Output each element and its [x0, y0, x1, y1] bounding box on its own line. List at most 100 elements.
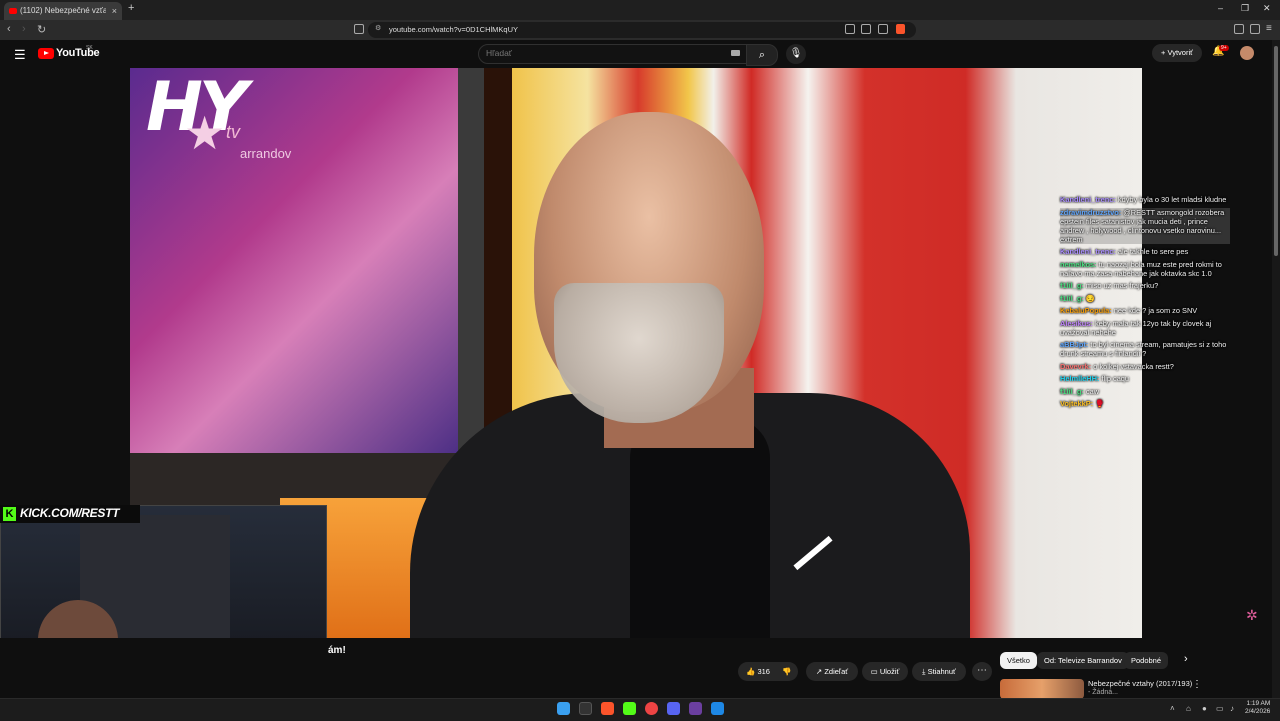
video-person-shirt — [630, 418, 770, 638]
reload-icon[interactable]: ↻ — [37, 23, 46, 36]
chat-username: zdravimdruzstvo: — [1060, 207, 1122, 217]
taskbar-clock[interactable]: 1:19 AM 2/4/2026 — [1245, 700, 1270, 716]
browser-tab-bar — [0, 0, 1280, 20]
save-icon: ▭ — [870, 667, 878, 676]
forward-arrow-icon[interactable]: › — [22, 23, 26, 35]
related-more-icon[interactable]: ⋮ — [1192, 679, 1202, 690]
chat-text: 🥊 — [1095, 399, 1105, 408]
chip-from-channel[interactable]: Od: Televize Barrandov — [1037, 652, 1129, 669]
chat-username: Davevrk: — [1060, 361, 1092, 371]
chat-message: Kandleni_trenc: ale takhle to sere pes — [1060, 247, 1230, 256]
chip-all[interactable]: Všetko — [1000, 652, 1037, 669]
chat-message: KebaluPopula: nee kde ? ja som zo SNV — [1060, 306, 1230, 315]
minimize-button[interactable]: – — [1218, 3, 1223, 13]
chat-message: f1lil_g: caw — [1060, 387, 1230, 396]
brave-app-icon[interactable] — [601, 702, 614, 715]
more-actions-button[interactable]: ⋯ — [972, 662, 992, 681]
chips-next-chevron-icon[interactable]: › — [1184, 653, 1188, 665]
chat-message: f1lil_g: miso uz mas frajerku? — [1060, 281, 1230, 290]
chat-message: Kandleni_trenc: kdyby byla o 30 let mlad… — [1060, 195, 1230, 204]
kick-logo-icon: K — [3, 507, 16, 521]
chat-username: f1lil_g: — [1060, 293, 1084, 303]
download-label: Stiahnuť — [927, 667, 956, 676]
like-count: 316 — [757, 667, 770, 676]
chat-username: Kandleni_trenc: — [1060, 195, 1116, 204]
search-icon: ⌕ — [758, 49, 766, 61]
voice-search-mic-icon[interactable]: 🎙 — [786, 44, 806, 64]
task-view-icon[interactable] — [579, 702, 592, 715]
tray-mic-icon[interactable]: ● — [1202, 704, 1207, 713]
chat-text: miso uz mas frajerku? — [1085, 281, 1159, 290]
create-label: Vytvoriť — [1167, 48, 1193, 57]
chat-username: aBBJpt: — [1060, 340, 1089, 349]
new-tab-button[interactable]: + — [128, 2, 134, 14]
chat-username: nemelkos: — [1060, 259, 1097, 269]
translate-icon[interactable] — [845, 24, 855, 34]
kick-app-icon[interactable] — [623, 702, 636, 715]
thumbs-up-icon[interactable]: 👍 — [746, 667, 755, 676]
url-text: youtube.com/watch?v=0D1CHlMKqUY — [389, 25, 519, 34]
steam-app-icon[interactable] — [711, 702, 724, 715]
back-arrow-icon[interactable]: ‹ — [7, 23, 11, 35]
chip-related[interactable]: Podobné — [1124, 652, 1169, 669]
scrollbar-thumb[interactable] — [1274, 46, 1278, 256]
chat-username: Kandleni_trenc: — [1060, 247, 1116, 256]
share-button[interactable]: ↗ Zdieľať — [806, 662, 858, 681]
save-button[interactable]: ▭ Uložiť — [862, 662, 908, 681]
like-dislike-button[interactable]: 👍 316 👎 — [738, 662, 798, 681]
chat-message: Davevrk: o kolkej vstavacka restt? — [1060, 362, 1230, 371]
tab-close-icon[interactable]: × — [112, 2, 117, 20]
discord-app-icon[interactable] — [667, 702, 680, 715]
account-avatar[interactable] — [1240, 46, 1254, 60]
browser-menu-icon[interactable]: ≡ — [1266, 23, 1272, 34]
search-button[interactable]: ⌕ — [746, 44, 778, 66]
hamburger-menu-icon[interactable]: ☰ — [14, 47, 26, 63]
start-windows-icon[interactable] — [557, 702, 570, 715]
chat-text: flip caqu — [1101, 374, 1130, 383]
tray-display-icon[interactable]: ▭ — [1216, 704, 1224, 713]
browser-tab[interactable]: (1102) Nebezpečné vzťahy (2 × — [4, 2, 122, 20]
keyboard-icon[interactable] — [731, 50, 740, 56]
chat-message: VojtekkP: 🥊 — [1060, 399, 1230, 408]
extensions-icon[interactable] — [1234, 24, 1244, 34]
chat-text: o kolkej vstavacka restt? — [1093, 361, 1174, 371]
site-info-icon[interactable]: ⚙ — [375, 24, 381, 32]
channel-name-text: arrandov — [240, 146, 292, 161]
kick-sparkle-icon: ✲ — [1246, 607, 1258, 623]
youtube-logo-icon[interactable] — [38, 48, 54, 59]
chat-text: 😏 — [1085, 293, 1096, 303]
youtube-favicon-icon — [9, 8, 17, 14]
stream-chat-overlay: Kandleni_trenc: kdyby byla o 30 let mlad… — [1060, 195, 1230, 412]
search-input[interactable] — [478, 44, 748, 64]
star-logo-icon: ★ — [184, 107, 226, 159]
tray-volume-icon[interactable]: ♪ — [1230, 704, 1234, 713]
create-button[interactable]: + Vytvoriť — [1152, 44, 1202, 62]
share-icon: ↗ — [815, 667, 823, 676]
media-icon[interactable] — [1250, 24, 1260, 34]
chat-message: aBBJpt: to byl cinema stream, pamatujes … — [1060, 340, 1230, 358]
chat-text: nee kde ? ja som zo SNV — [1113, 306, 1198, 315]
download-icon: ⤓ — [922, 667, 926, 676]
related-video-subtitle: - Žádná... — [1088, 689, 1118, 696]
maximize-button[interactable]: ❐ — [1241, 3, 1249, 14]
obs-app-icon[interactable] — [689, 702, 702, 715]
kick-url-text: KICK.COM/RESTT — [20, 506, 120, 520]
close-window-button[interactable]: ✕ — [1263, 3, 1271, 14]
brave-shield-icon[interactable] — [896, 24, 905, 34]
thumbs-down-icon[interactable]: 👎 — [782, 667, 791, 676]
chat-username: f1lil_g: — [1060, 386, 1084, 396]
download-button[interactable]: ⤓ Stiahnuť — [912, 662, 966, 681]
chrome-app-icon[interactable] — [645, 702, 658, 715]
cast-icon[interactable] — [861, 24, 871, 34]
region-code: SK — [86, 45, 93, 51]
chat-text: ale takhle to sere pes — [1117, 247, 1189, 256]
share-page-icon[interactable] — [878, 24, 888, 34]
bookmark-icon[interactable] — [354, 24, 364, 34]
share-label: Zdieľať — [824, 667, 849, 676]
windows-taskbar — [0, 698, 1280, 721]
related-video-title[interactable]: Nebezpečné vztahy (2017/193) — [1088, 679, 1192, 688]
tray-chevron-icon[interactable]: ˄ — [1170, 704, 1175, 713]
save-label: Uložiť — [879, 667, 900, 676]
tray-network-icon[interactable]: ⌂ — [1186, 704, 1191, 713]
related-video-thumbnail[interactable] — [1000, 679, 1084, 699]
